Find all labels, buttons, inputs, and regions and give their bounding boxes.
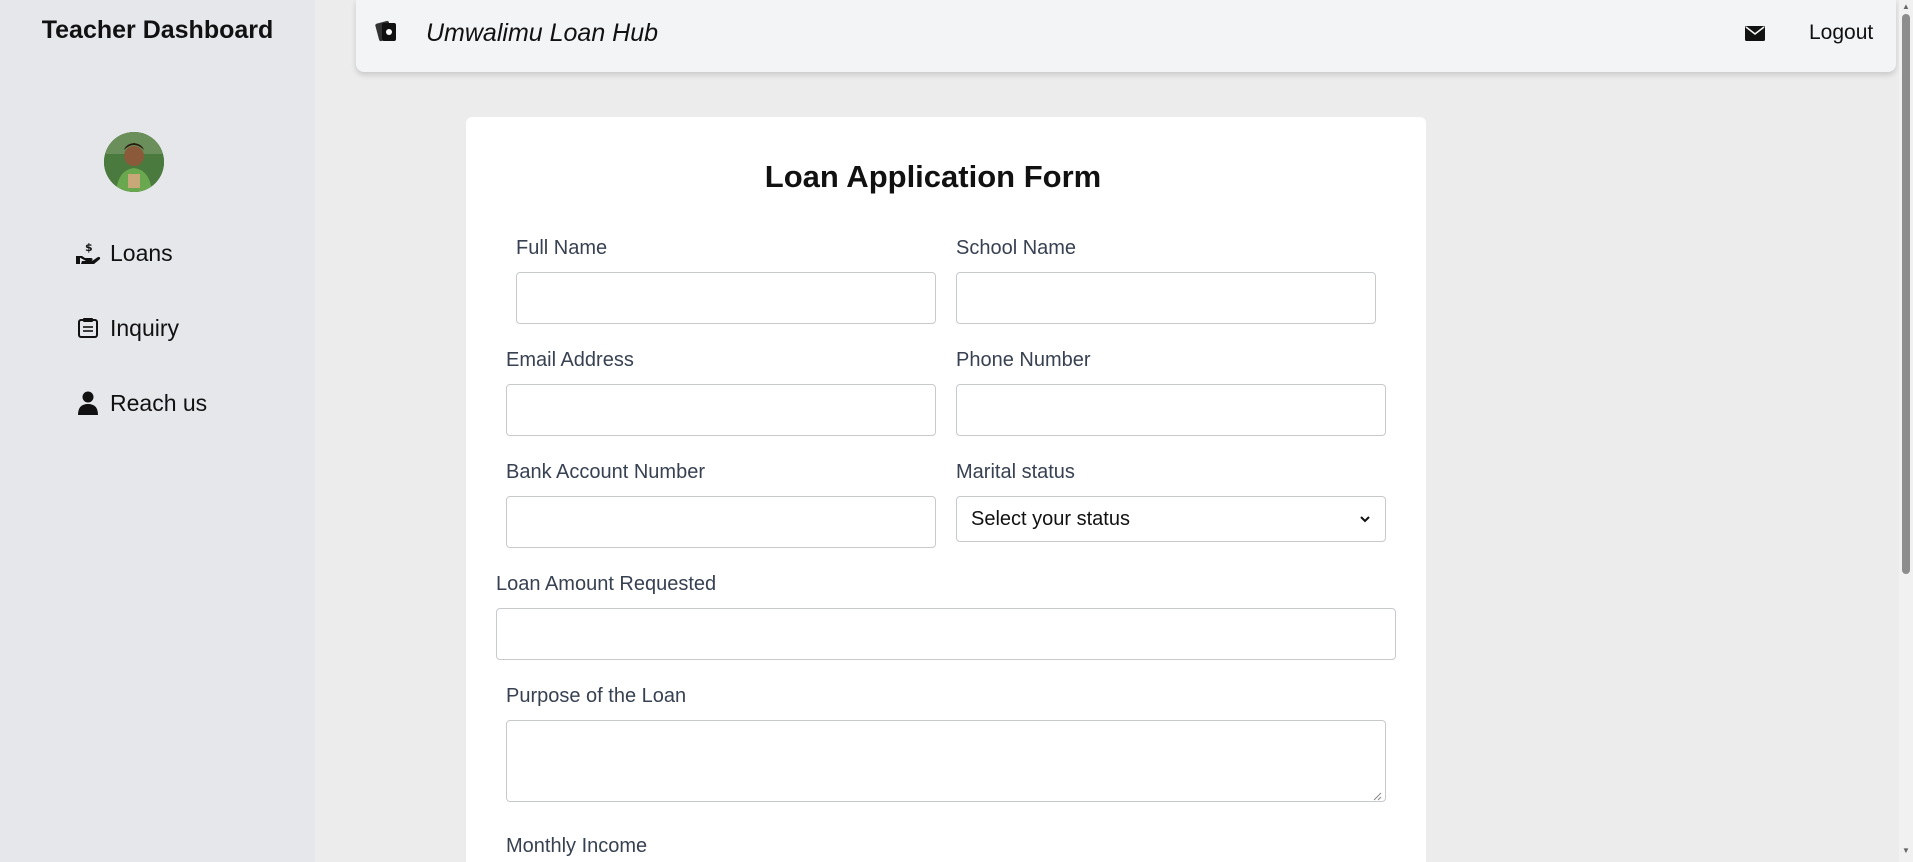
scroll-down-icon[interactable]: ▼ (1901, 846, 1911, 856)
sidebar-title: Teacher Dashboard (41, 16, 274, 44)
loan-amount-label: Loan Amount Requested (496, 573, 717, 595)
sidebar-item-label: Reach us (110, 389, 208, 416)
form-title: Loan Application Form (764, 159, 1102, 194)
purpose-label: Purpose of the Loan (506, 685, 687, 707)
svg-text:$: $ (85, 241, 93, 254)
hand-dollar-icon: $ (74, 239, 102, 267)
top-header: Umwalimu Loan Hub Logout (356, 0, 1896, 72)
avatar[interactable] (104, 132, 164, 192)
mail-icon[interactable] (1744, 22, 1768, 46)
loan-amount-input[interactable] (496, 608, 1396, 660)
sidebar-item-reach-us[interactable]: Reach us (74, 383, 207, 423)
scroll-up-icon[interactable]: ▲ (1901, 2, 1911, 12)
logout-button[interactable]: Logout (1809, 21, 1873, 45)
email-input[interactable] (506, 384, 936, 436)
sidebar: Teacher Dashboard $ Loans Inquiry Reach … (0, 0, 315, 862)
marital-status-label: Marital status (956, 461, 1075, 483)
sidebar-item-label: Loans (110, 239, 173, 266)
resize-grip-icon[interactable] (1372, 788, 1382, 801)
school-name-input[interactable] (956, 272, 1376, 324)
phone-label: Phone Number (956, 349, 1091, 371)
phone-input[interactable] (956, 384, 1386, 436)
brand-title: Umwalimu Loan Hub (426, 19, 659, 47)
full-name-input[interactable] (516, 272, 936, 324)
purpose-textarea[interactable] (506, 720, 1386, 802)
brand-icon (374, 18, 400, 44)
bank-account-input[interactable] (506, 496, 936, 548)
email-label: Email Address (506, 349, 634, 371)
clipboard-icon (74, 314, 102, 342)
marital-status-value: Select your status (971, 507, 1130, 530)
monthly-income-label: Monthly Income (506, 835, 648, 857)
marital-status-select[interactable]: Select your status (956, 496, 1386, 542)
sidebar-item-label: Inquiry (110, 314, 180, 341)
school-name-label: School Name (956, 237, 1077, 259)
loan-application-card: Loan Application Form Full Name School N… (466, 117, 1426, 862)
user-icon (74, 389, 102, 417)
page-scrollbar[interactable]: ▲ ▼ (1899, 0, 1913, 862)
sidebar-item-inquiry[interactable]: Inquiry (74, 308, 179, 348)
full-name-label: Full Name (516, 237, 608, 259)
sidebar-item-loans[interactable]: $ Loans (74, 233, 173, 273)
scrollbar-thumb[interactable] (1902, 14, 1910, 574)
chevron-down-icon (1359, 508, 1371, 531)
bank-account-label: Bank Account Number (506, 461, 705, 483)
